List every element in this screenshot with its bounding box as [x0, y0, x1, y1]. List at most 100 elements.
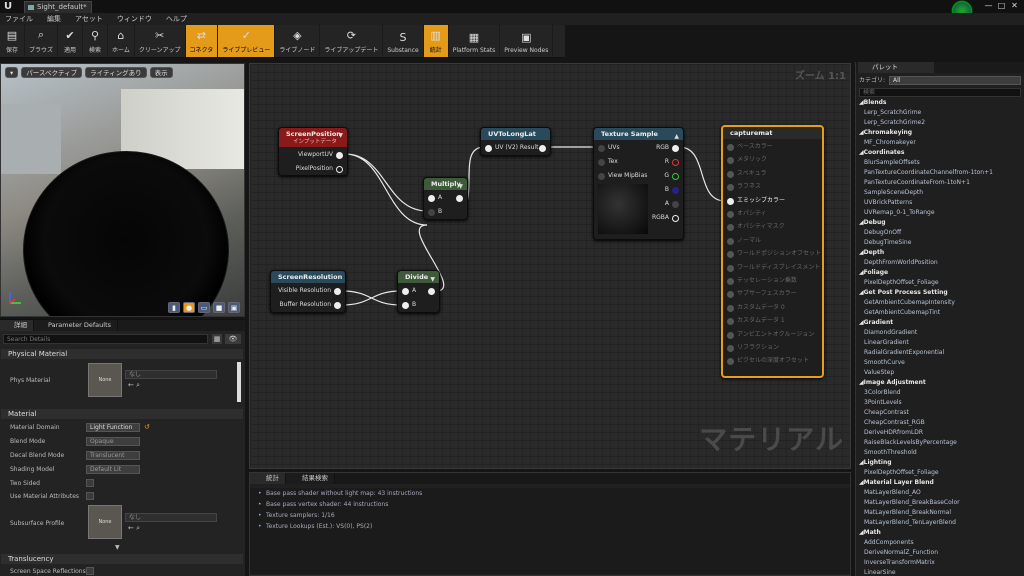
output-pin[interactable] [428, 288, 435, 295]
section-physical-material[interactable]: Physical Material [1, 349, 243, 359]
output-pin[interactable] [672, 159, 679, 166]
palette-category[interactable]: ◢Material Layer Blend [857, 478, 1024, 488]
output-pin[interactable] [336, 166, 343, 173]
decal-blend-mode-dropdown[interactable]: Translucent [86, 451, 140, 460]
use-material-attributes-checkbox[interactable] [86, 492, 94, 500]
input-pin[interactable] [402, 288, 409, 295]
sphere-preview-icon[interactable]: ● [183, 302, 195, 313]
use-asset-icon[interactable]: ← ⌕ [128, 381, 140, 390]
palette-item[interactable]: GetAmbientCubemapTint [857, 308, 1024, 318]
tab-stats[interactable]: 統計 [250, 473, 286, 484]
palette-category[interactable]: ◢Chromakeying [857, 128, 1024, 138]
palette-item[interactable]: BlurSampleOffsets [857, 158, 1024, 168]
mesh-preview-icon[interactable]: ▣ [228, 302, 240, 313]
palette-item[interactable]: PixelDepthOffset_Foliage [857, 278, 1024, 288]
menu-help[interactable]: ヘルプ [166, 13, 187, 25]
menu-file[interactable]: ファイル [5, 13, 33, 25]
palette-item[interactable]: DiamondGradient [857, 328, 1024, 338]
tab-parameter-defaults[interactable]: Parameter Defaults [34, 320, 119, 331]
document-tab[interactable]: Sight_default* [24, 1, 92, 13]
input-pin[interactable] [727, 170, 734, 178]
minimize-button[interactable]: — [983, 1, 994, 10]
tab-palette[interactable]: パレット [858, 62, 934, 73]
toolbar-browse-button[interactable]: ⌕ ブラウズ [25, 25, 59, 57]
palette-item[interactable]: PanTextureCoordinateFrom-1toN+1 [857, 178, 1024, 188]
node-texture-sample[interactable]: Texture Sample ▲ UVs Tex View MipBias RGB… [593, 127, 684, 240]
reset-icon[interactable]: ↺ [144, 423, 150, 431]
input-pin[interactable] [727, 237, 734, 245]
palette-category[interactable]: ◢Coordinates [857, 148, 1024, 158]
input-pin[interactable] [727, 197, 734, 205]
palette-item[interactable]: Lerp_ScratchGrime [857, 108, 1024, 118]
output-pin[interactable] [539, 145, 546, 152]
grid-view-icon[interactable]: ▦ [212, 334, 222, 344]
palette-item[interactable]: MatLayerBlend_AO [857, 488, 1024, 498]
output-pin[interactable] [672, 215, 679, 222]
palette-item[interactable]: SmoothCurve [857, 358, 1024, 368]
palette-item[interactable]: DebugTimeSine [857, 238, 1024, 248]
perspective-button[interactable]: パースペクティブ [21, 67, 83, 78]
details-search-input[interactable]: Search Details [3, 334, 208, 344]
palette-item[interactable]: MatLayerBlend_BreakNormal [857, 508, 1024, 518]
input-pin[interactable] [598, 145, 605, 152]
tab-details[interactable]: 詳細 [0, 320, 34, 331]
palette-item[interactable]: MatLayerBlend_BreakBaseColor [857, 498, 1024, 508]
palette-item[interactable]: RadialGradientExponential [857, 348, 1024, 358]
material-domain-dropdown[interactable]: Light Function [86, 423, 140, 432]
palette-item[interactable]: DeriveNormalZ_Function [857, 548, 1024, 558]
input-pin[interactable] [727, 291, 734, 299]
close-button[interactable]: ✕ [1009, 1, 1020, 10]
toolbar-preview-nodes-button[interactable]: ▣ Preview Nodes [500, 25, 554, 57]
node-divide[interactable]: Divide ▼ A B [397, 270, 440, 313]
input-pin[interactable] [727, 358, 734, 366]
category-dropdown[interactable]: All [889, 76, 1021, 85]
node-multiply[interactable]: Multiply ▼ A B [423, 177, 468, 220]
palette-item[interactable]: LinearGradient [857, 338, 1024, 348]
toolbar-save-button[interactable]: ▤ 保存 [0, 25, 25, 57]
palette-item[interactable]: LinearSine [857, 568, 1024, 576]
palette-search-input[interactable]: 検索 [859, 88, 1021, 97]
toolbar-cleanup-button[interactable]: ✂ クリーンアップ [135, 25, 186, 57]
input-pin[interactable] [727, 278, 734, 285]
output-pin[interactable] [672, 145, 679, 152]
palette-item[interactable]: DebugOnOff [857, 228, 1024, 238]
palette-category[interactable]: ◢Depth [857, 248, 1024, 258]
toolbar-substance-button[interactable]: S Substance [383, 25, 424, 57]
cylinder-preview-icon[interactable]: ▮ [168, 302, 180, 313]
collapse-icon[interactable]: ▼ [430, 274, 435, 286]
palette-category[interactable]: ◢Debug [857, 218, 1024, 228]
palette-item[interactable]: SmoothThreshold [857, 448, 1024, 458]
input-pin[interactable] [727, 345, 734, 352]
palette-category[interactable]: ◢Image Adjustment [857, 378, 1024, 388]
toolbar-search-button[interactable]: ⚲ 検索 [83, 25, 109, 57]
viewport-options-button[interactable]: ▾ [5, 67, 19, 78]
input-pin[interactable] [727, 224, 734, 232]
menu-asset[interactable]: アセット [75, 13, 103, 25]
node-screenposition[interactable]: ScreenPosition インプットデータ ▼ ViewportUV Pixel… [278, 127, 348, 176]
palette-item[interactable]: 3PointLevels [857, 398, 1024, 408]
palette-item[interactable]: GetAmbientCubemapIntensity [857, 298, 1024, 308]
section-material[interactable]: Material [1, 409, 243, 419]
collapse-icon[interactable]: ▲ [674, 131, 679, 143]
toolbar-platform-stats-button[interactable]: ▦ Platform Stats [449, 25, 501, 57]
tab-find-results[interactable]: 結果検索 [286, 473, 335, 484]
palette-item[interactable]: SampleSceneDepth [857, 188, 1024, 198]
input-pin[interactable] [727, 251, 734, 259]
input-pin[interactable] [727, 157, 734, 165]
palette-item[interactable]: MF_Chromakeyer [857, 138, 1024, 148]
palette-category[interactable]: ◢Foliage [857, 268, 1024, 278]
toolbar-live-nodes-button[interactable]: ◈ ライブノード [275, 25, 321, 57]
plane-preview-icon[interactable]: ▭ [198, 302, 210, 313]
palette-item[interactable]: InverseTransformMatrix [857, 558, 1024, 568]
lighting-button[interactable]: ライティングあり [85, 67, 147, 78]
toolbar-apply-button[interactable]: ✔ 適用 [58, 25, 84, 57]
palette-item[interactable]: ValueStep [857, 368, 1024, 378]
palette-category[interactable]: ◢Lighting [857, 458, 1024, 468]
show-button[interactable]: 表示 [149, 67, 173, 78]
cube-preview-icon[interactable]: ■ [213, 302, 225, 313]
palette-item[interactable]: UVBrickPatterns [857, 198, 1024, 208]
input-pin[interactable] [428, 209, 435, 216]
expand-arrow-icon[interactable]: ▼ [115, 544, 120, 551]
palette-item[interactable]: DeriveHDRfromLDR [857, 428, 1024, 438]
eye-icon[interactable]: 👁 [225, 334, 241, 344]
